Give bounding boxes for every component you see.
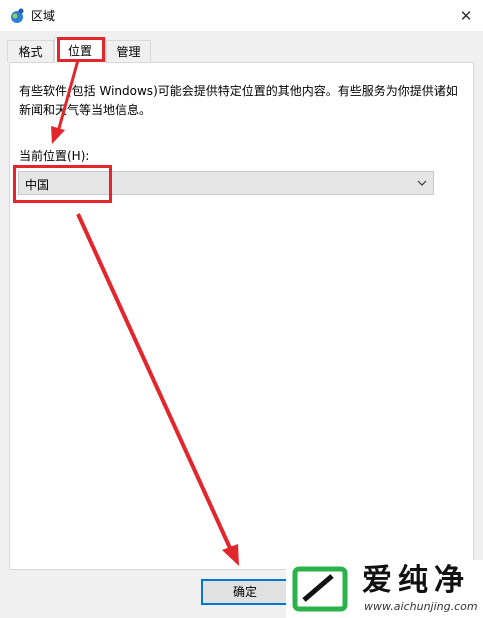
location-description: 有些软件(包括 Windows)可能会提供特定位置的其他内容。有些服务为你提供诸… xyxy=(19,84,458,117)
title-bar: 区域 ✕ xyxy=(0,0,483,31)
brand-logo-icon xyxy=(292,566,348,612)
close-icon: ✕ xyxy=(459,6,473,25)
window-title: 区域 xyxy=(31,9,56,23)
tab-administrative[interactable]: 管理 xyxy=(106,40,151,62)
tab-highlight-box xyxy=(57,37,105,62)
tab-format[interactable]: 格式 xyxy=(7,40,54,62)
location-tab-panel xyxy=(9,62,474,570)
current-location-label: 当前位置(H): xyxy=(19,149,90,163)
watermark: 爱纯净 www.aichunjing.com xyxy=(286,560,483,618)
chevron-down-icon xyxy=(417,180,427,186)
close-button[interactable]: ✕ xyxy=(449,0,483,31)
watermark-url: www.aichunjing.com xyxy=(364,600,478,613)
ok-button[interactable]: 确定 xyxy=(201,579,289,605)
region-globe-icon xyxy=(11,8,24,23)
location-highlight-box xyxy=(13,165,112,203)
watermark-brand: 爱纯净 xyxy=(362,563,470,598)
